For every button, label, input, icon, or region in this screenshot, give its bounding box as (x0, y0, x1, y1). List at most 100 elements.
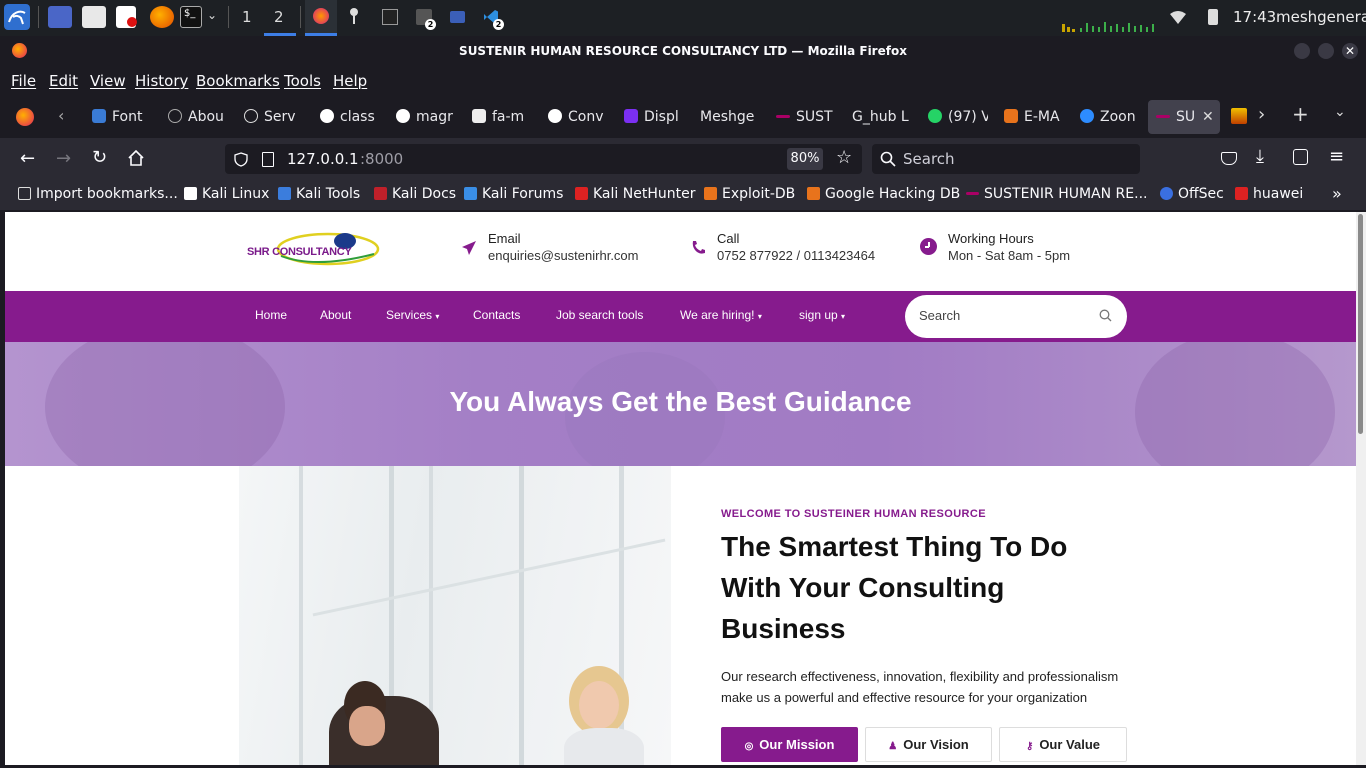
menu-tools[interactable]: Tools (284, 72, 321, 90)
menu-help[interactable]: Help (333, 72, 367, 90)
battery-icon[interactable] (1208, 9, 1218, 25)
firefox-view-icon[interactable] (16, 108, 34, 126)
our-mission-button[interactable]: ◎ Our Mission (721, 727, 858, 762)
downloads-icon[interactable]: ⤓ (1256, 146, 1264, 167)
close-window-button[interactable]: ✕ (1342, 43, 1358, 59)
minimize-button[interactable] (1294, 43, 1310, 59)
url-bar[interactable]: 127.0.0.1 :8000 80% ☆ (225, 144, 862, 174)
tab-sust[interactable]: SUST (776, 100, 836, 134)
zoom-level-button[interactable]: 80% (787, 148, 823, 170)
taskbar-firefox-window[interactable] (305, 0, 337, 36)
menu-edit[interactable]: Edit (49, 72, 78, 90)
tab-active-sust[interactable]: SU ✕ (1148, 100, 1220, 134)
back-icon[interactable]: ← (20, 148, 35, 169)
nav-about[interactable]: About (320, 308, 351, 322)
nav-home[interactable]: Home (255, 308, 287, 322)
home-icon[interactable] (128, 149, 144, 170)
tab-meshge[interactable]: Meshge (700, 100, 760, 134)
menu-file[interactable]: File (11, 72, 36, 90)
our-vision-button[interactable]: ♟ Our Vision (865, 727, 992, 762)
bookmark-import[interactable]: Import bookmarks... (18, 186, 178, 202)
tab-about[interactable]: Abou (168, 100, 228, 134)
tab-conv[interactable]: Conv (548, 100, 608, 134)
search-bar[interactable]: Search (872, 144, 1140, 174)
terminal-window-icon[interactable] (382, 9, 398, 25)
nav-services[interactable]: Services ▾ (386, 308, 439, 322)
menu-history[interactable]: History (135, 72, 188, 90)
firefox-icon (313, 8, 329, 24)
menu-view[interactable]: View (90, 72, 126, 90)
username[interactable]: meshgenerali (1276, 8, 1366, 26)
nav-contacts[interactable]: Contacts (473, 308, 520, 322)
tab-whatsapp[interactable]: (97) V (928, 100, 988, 134)
bookmark-kali-docs[interactable]: Kali Docs (374, 186, 456, 202)
tabs-scroll-left-icon[interactable]: ‹ (58, 106, 64, 125)
tab-zoom[interactable]: Zoon (1080, 100, 1140, 134)
extensions-icon[interactable] (1293, 149, 1308, 165)
workspace-1[interactable]: 1 (242, 8, 252, 26)
phone-icon (691, 240, 706, 260)
new-tab-icon[interactable]: + (1292, 102, 1309, 126)
tab-ghub[interactable]: G_hub L (852, 100, 912, 134)
keepass-icon[interactable] (348, 8, 360, 26)
tab-displ[interactable]: Displ (624, 100, 684, 134)
menu-bookmarks[interactable]: Bookmarks (196, 72, 280, 90)
call-value[interactable]: 0752 877922 / 0113423464 (717, 248, 875, 263)
tab-serv[interactable]: Serv (244, 100, 304, 134)
tab-partial-icon[interactable] (1231, 108, 1247, 124)
terminal-icon[interactable]: $_ (180, 6, 202, 28)
nav-sign-up[interactable]: sign up ▾ (799, 308, 845, 322)
bookmark-sustenir[interactable]: SUSTENIR HUMAN RE... (966, 186, 1147, 202)
bookmark-huawei[interactable]: huawei (1235, 186, 1303, 202)
reload-icon[interactable]: ↻ (92, 147, 107, 168)
site-logo[interactable]: SHR CONSULTANCY (246, 229, 381, 273)
site-icon (966, 192, 979, 195)
bookmark-exploit-db[interactable]: Exploit-DB (704, 186, 795, 202)
globe-icon (168, 109, 182, 123)
pocket-icon[interactable] (1221, 152, 1237, 165)
maximize-button[interactable] (1318, 43, 1334, 59)
folder-window-icon[interactable] (450, 11, 465, 23)
bookmark-kali-nethunter[interactable]: Kali NetHunter (575, 186, 695, 202)
show-desktop-icon[interactable] (48, 6, 72, 28)
tab-font[interactable]: Font (92, 100, 152, 134)
forward-icon[interactable]: → (56, 148, 71, 169)
tab-magr[interactable]: magr (396, 100, 456, 134)
nav-we-are-hiring[interactable]: We are hiring! ▾ (680, 308, 762, 322)
bookmark-star-icon[interactable]: ☆ (836, 147, 852, 168)
window-titlebar: SUSTENIR HUMAN RESOURCE CONSULTANCY LTD … (0, 36, 1366, 66)
tab-fa[interactable]: fa-m (472, 100, 532, 134)
bookmark-google-hacking-db[interactable]: Google Hacking DB (807, 186, 960, 202)
bookmark-kali-forums[interactable]: Kali Forums (464, 186, 563, 202)
hamburger-menu-icon[interactable]: ≡ (1329, 146, 1344, 167)
kali-menu-icon[interactable] (4, 4, 30, 30)
nav-job-search-tools[interactable]: Job search tools (556, 308, 643, 322)
workspace-2-active[interactable]: 2 (264, 0, 296, 36)
hours-label: Working Hours (948, 231, 1034, 246)
site-search-input[interactable]: Search (905, 295, 1127, 338)
text-editor-icon[interactable] (116, 6, 137, 28)
email-value[interactable]: enquiries@sustenirhr.com (488, 248, 638, 263)
bookmark-kali-linux[interactable]: Kali Linux (184, 186, 269, 202)
bookmark-kali-tools[interactable]: Kali Tools (278, 186, 360, 202)
scrollbar-thumb[interactable] (1358, 214, 1363, 434)
tab-class[interactable]: class (320, 100, 380, 134)
bookmarks-overflow-icon[interactable]: » (1332, 184, 1342, 203)
clock[interactable]: 17:43 (1233, 8, 1276, 26)
list-all-tabs-icon[interactable]: ⌄ (1334, 104, 1346, 120)
shield-icon[interactable] (234, 152, 248, 171)
tabs-scroll-right-icon[interactable]: › (1258, 104, 1265, 125)
file-manager-icon[interactable] (82, 6, 106, 28)
tab-email[interactable]: E-MA (1004, 100, 1064, 134)
page-scrollbar[interactable] (1356, 212, 1366, 765)
our-value-button[interactable]: ⚷ Our Value (999, 727, 1127, 762)
site-search-placeholder: Search (919, 308, 961, 323)
firefox-launcher-icon[interactable] (150, 6, 174, 28)
close-tab-icon[interactable]: ✕ (1202, 100, 1214, 134)
web-page: SHR CONSULTANCY Email enquiries@sustenir… (5, 212, 1356, 765)
wifi-icon[interactable] (1170, 10, 1186, 29)
bookmark-offsec[interactable]: OffSec (1160, 186, 1224, 202)
chevron-down-icon[interactable]: ⌄ (207, 8, 217, 22)
search-icon[interactable] (1099, 309, 1112, 327)
page-info-icon[interactable] (262, 152, 274, 167)
